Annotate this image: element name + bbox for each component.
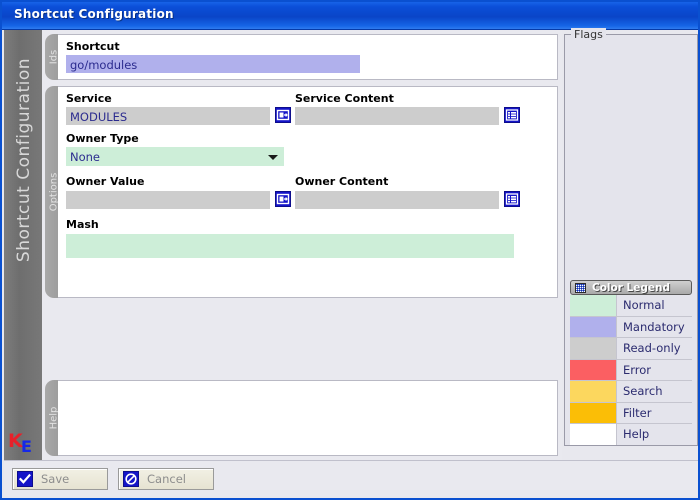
legend-swatch (570, 424, 616, 445)
owner-value-picker-icon[interactable] (275, 191, 291, 207)
no-entry-icon (123, 471, 139, 487)
shortcut-input[interactable]: go/modules (66, 55, 360, 73)
color-legend-rows: Normal Mandatory Read-only Error Search Filte… (570, 295, 692, 445)
mash-label: Mash (66, 218, 99, 231)
service-input[interactable]: MODULES (66, 107, 270, 125)
owner-content-input[interactable] (295, 191, 499, 209)
owner-content-label: Owner Content (295, 175, 389, 188)
service-content-input[interactable] (295, 107, 499, 125)
service-content-label: Service Content (295, 92, 394, 105)
service-content-list-icon[interactable] (504, 107, 520, 123)
legend-label: Error (616, 359, 692, 380)
legend-label: Normal (616, 295, 692, 316)
legend-row: Normal (570, 295, 692, 317)
legend-row: Search (570, 381, 692, 403)
owner-type-dropdown[interactable]: None (66, 147, 284, 166)
legend-row: Help (570, 424, 692, 445)
legend-swatch (570, 359, 616, 380)
check-icon (17, 471, 33, 487)
owner-content-list-icon[interactable] (504, 191, 520, 207)
service-label: Service (66, 92, 112, 105)
owner-value-label: Owner Value (66, 175, 145, 188)
mash-input[interactable] (66, 234, 514, 258)
legend-label: Filter (616, 402, 692, 423)
legend-swatch (570, 316, 616, 337)
cancel-button-label: Cancel (147, 472, 186, 486)
right-column: Flags Color Legend Normal Mandatory Read-o… (564, 28, 698, 460)
ids-card: Shortcut go/modules (58, 34, 558, 80)
legend-swatch (570, 381, 616, 402)
color-legend-title: Color Legend (591, 282, 670, 294)
sidebar-vertical-title: Shortcut Configuration (14, 57, 34, 263)
legend-row: Error (570, 359, 692, 381)
save-button-label: Save (41, 472, 70, 486)
color-legend-panel: Color Legend Normal Mandatory Read-only Err… (570, 280, 692, 445)
legend-swatch (570, 338, 616, 359)
legend-swatch (570, 402, 616, 423)
shortcut-label: Shortcut (66, 40, 120, 53)
cancel-button[interactable]: Cancel (118, 468, 214, 490)
window-titlebar: Shortcut Configuration (2, 2, 698, 30)
left-sidebar: Shortcut Configuration K E (4, 30, 43, 460)
owner-type-value: None (70, 150, 101, 164)
save-button[interactable]: Save (12, 468, 108, 490)
grid-icon (575, 283, 586, 293)
legend-swatch (570, 295, 616, 316)
shortcut-configuration-window: Shortcut Configuration Shortcut Configur… (0, 0, 700, 500)
owner-type-label: Owner Type (66, 132, 139, 145)
button-bar: Save Cancel (4, 460, 698, 496)
flags-title: Flags (571, 28, 606, 41)
service-picker-icon[interactable] (275, 107, 291, 123)
owner-value-input[interactable] (66, 191, 270, 209)
legend-label: Help (616, 424, 692, 445)
help-card (58, 380, 558, 456)
legend-label: Mandatory (616, 316, 692, 337)
app-logo: K E (8, 428, 38, 456)
options-card: Service MODULES Service Content Owner Ty… (58, 86, 558, 298)
legend-label: Read-only (616, 338, 692, 359)
logo-letter-e: E (21, 437, 32, 456)
legend-row: Filter (570, 402, 692, 424)
legend-label: Search (616, 381, 692, 402)
legend-row: Read-only (570, 338, 692, 360)
color-legend-header[interactable]: Color Legend (570, 280, 692, 295)
chevron-down-icon (268, 154, 278, 160)
legend-row: Mandatory (570, 316, 692, 338)
main-content: Ids Shortcut go/modules Options Service … (42, 30, 562, 460)
window-title: Shortcut Configuration (14, 7, 174, 21)
